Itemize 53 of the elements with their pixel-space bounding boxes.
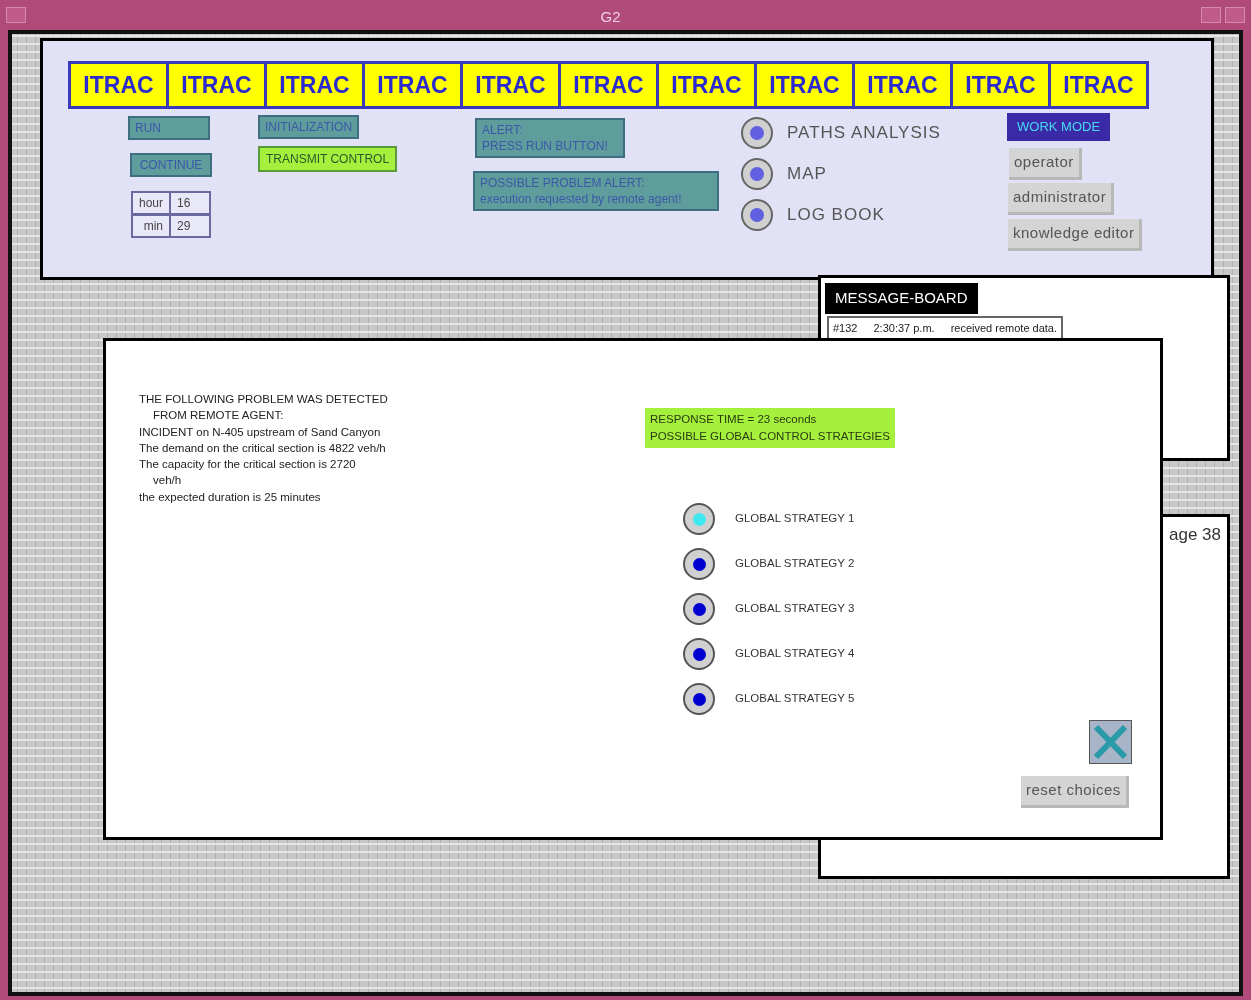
itrac-tab[interactable]: ITRAC (852, 61, 953, 109)
itrac-tab[interactable]: ITRAC (656, 61, 757, 109)
strategy-option[interactable]: GLOBAL STRATEGY 4 (683, 638, 855, 670)
strategy-option[interactable]: GLOBAL STRATEGY 1 (683, 503, 855, 535)
window-title: G2 (599, 7, 622, 27)
problem-text: veh/h (152, 473, 183, 489)
mode-button[interactable]: knowledge editor (1008, 219, 1143, 251)
message-board-title: MESSAGE-BOARD (825, 283, 978, 314)
work-mode-label: WORK MODE (1007, 113, 1111, 141)
radio-button[interactable] (692, 602, 706, 616)
reset-choices-button[interactable]: reset choices (1021, 776, 1129, 808)
itrac-tab[interactable]: ITRAC (166, 61, 267, 109)
radio-button[interactable] (692, 647, 706, 661)
nav-label[interactable]: MAP (787, 161, 827, 187)
itrac-tab[interactable]: ITRAC (362, 61, 463, 109)
itrac-tab[interactable]: ITRAC (1048, 61, 1149, 109)
alert-message: ALERT: PRESS RUN BUTTON! (475, 118, 625, 159)
itrac-tab[interactable]: ITRAC (558, 61, 659, 109)
close-icon[interactable] (1089, 720, 1132, 764)
itrac-tab[interactable]: ITRAC (68, 61, 169, 109)
itrac-tab[interactable]: ITRAC (950, 61, 1051, 109)
mode-button[interactable]: operator (1009, 148, 1082, 180)
strategy-option[interactable]: GLOBAL STRATEGY 3 (683, 593, 855, 625)
problem-text: FROM REMOTE AGENT: (152, 408, 285, 424)
message-text: received remote data. (950, 321, 1058, 336)
itrac-tab[interactable]: ITRAC (754, 61, 855, 109)
problem-text: THE FOLLOWING PROBLEM WAS DETECTED (139, 392, 388, 407)
response-message: RESPONSE TIME = 23 seconds POSSIBLE GLOBAL CONTROL STRATEGIES (645, 408, 895, 448)
transmit-control-button[interactable]: TRANSMIT CONTROL (258, 146, 398, 172)
radio-button[interactable] (692, 512, 706, 526)
mode-button[interactable]: administrator (1008, 183, 1115, 215)
problem-text: The demand on the critical section is 4822 veh/h (139, 440, 387, 456)
nav-label[interactable]: PATHS ANALYSIS (787, 120, 941, 146)
itrac-tab[interactable]: ITRAC (264, 61, 365, 109)
radio-button[interactable] (741, 117, 773, 149)
radio-button[interactable] (741, 158, 773, 190)
nav-label[interactable]: LOG BOOK (787, 202, 885, 228)
strategy-option[interactable]: GLOBAL STRATEGY 2 (683, 548, 855, 580)
message-time: 2:30:37 p.m. (873, 321, 935, 336)
page-number-text: age 38 (1169, 524, 1221, 546)
radio-button[interactable] (692, 692, 706, 706)
clock-value: 29 (176, 218, 192, 235)
problem-text: The capacity for the critical section is 2720 (139, 457, 357, 473)
clock-value: 16 (176, 195, 192, 212)
itrac-tab[interactable]: ITRAC (460, 61, 561, 109)
message-number: #132 (833, 321, 858, 336)
radio-button[interactable] (692, 557, 706, 571)
problem-text: the expected duration is 25 minutes (139, 489, 322, 505)
problem-text: INCIDENT on N-405 upstream of Sand Canyon (139, 424, 382, 440)
strategy-option[interactable]: GLOBAL STRATEGY 5 (683, 683, 855, 715)
clock-label: min (133, 216, 171, 236)
radio-button[interactable] (741, 199, 773, 231)
alert-message: POSSIBLE PROBLEM ALERT: execution requested by remote agent! (473, 171, 719, 212)
